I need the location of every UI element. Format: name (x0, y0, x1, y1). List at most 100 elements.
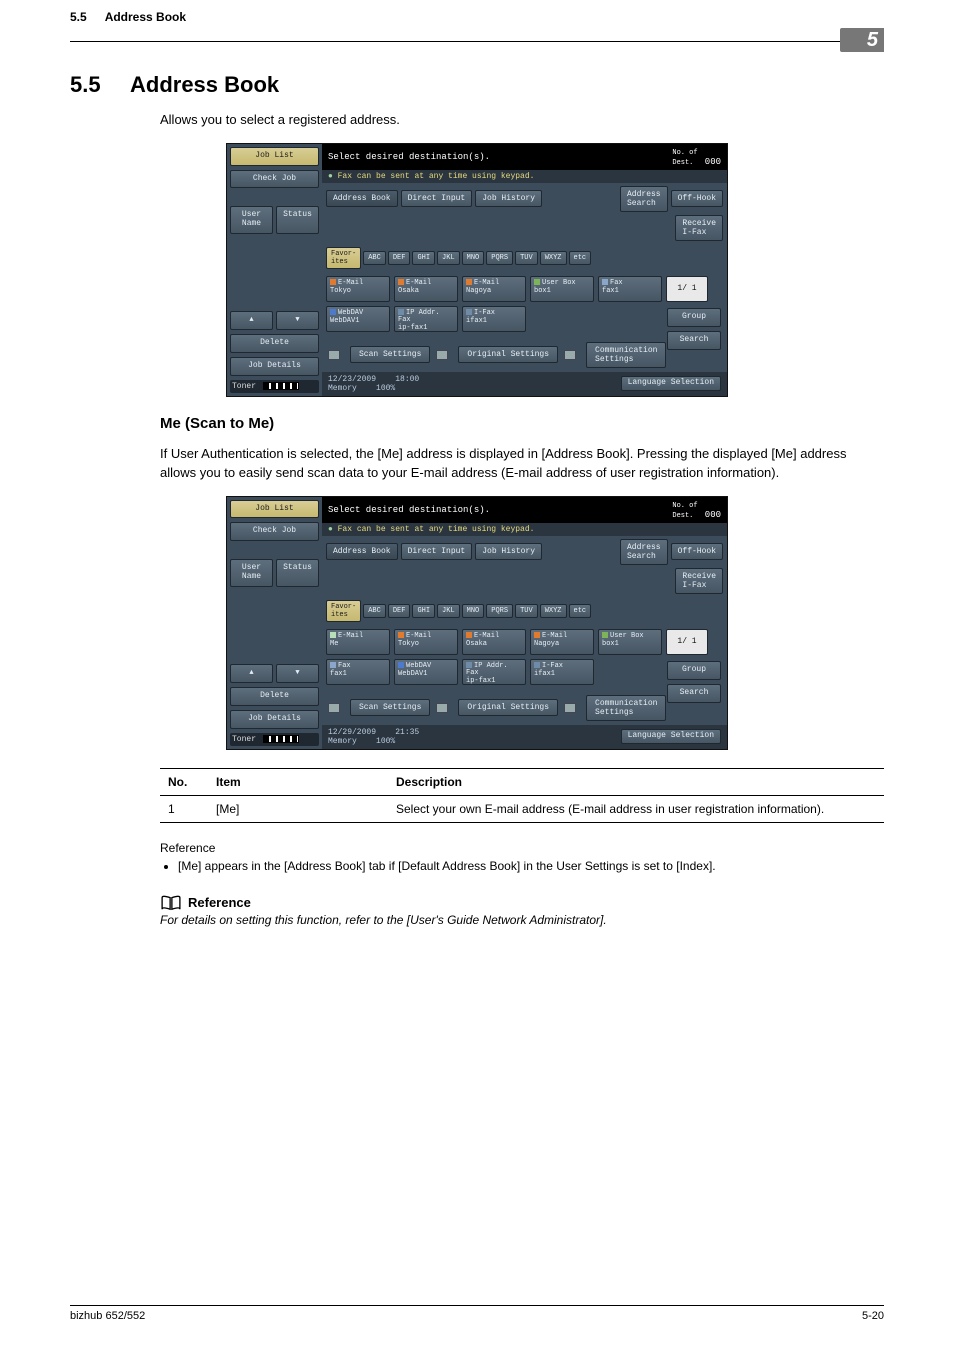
tab-address-book[interactable]: Address Book (326, 543, 398, 560)
tab-scan-settings[interactable]: Scan Settings (350, 699, 430, 716)
tab-original-settings[interactable]: Original Settings (458, 699, 558, 716)
chapter-chip: 5 (840, 28, 884, 52)
address-type: WebDAV (338, 309, 363, 317)
job-details-button[interactable]: Job Details (230, 357, 319, 376)
filter-mno[interactable]: MNO (462, 604, 485, 618)
user-name-button[interactable]: User Name (230, 206, 273, 234)
filter-def[interactable]: DEF (388, 604, 411, 618)
job-list-button[interactable]: Job List (230, 500, 319, 519)
address-entry[interactable]: E-MailTokyo (394, 629, 458, 655)
filter-favorites[interactable]: Favor- ites (326, 600, 361, 622)
th-item: Item (208, 768, 388, 795)
tab-off-hook[interactable]: Off-Hook (671, 190, 723, 207)
tab-direct-input[interactable]: Direct Input (401, 190, 473, 207)
filter-ghi[interactable]: GHI (412, 251, 435, 265)
filter-mno[interactable]: MNO (462, 251, 485, 265)
scroll-down-button[interactable] (276, 664, 319, 683)
filter-abc[interactable]: ABC (363, 604, 386, 618)
address-entry[interactable]: E-MailNagoya (462, 276, 526, 302)
tab-address-search[interactable]: Address Search (620, 186, 668, 212)
address-entry[interactable]: E-MailOsaka (394, 276, 458, 302)
me-icon (330, 632, 336, 638)
search-button[interactable]: Search (667, 684, 721, 703)
filter-wxyz[interactable]: WXYZ (540, 251, 567, 265)
instruction-text: Select desired destination(s). (328, 152, 490, 162)
address-entry[interactable]: E-MailTokyo (326, 276, 390, 302)
address-entry[interactable]: IP Addr. Faxip-fax1 (462, 659, 526, 685)
language-selection-button[interactable]: Language Selection (621, 376, 721, 391)
filter-ghi[interactable]: GHI (412, 604, 435, 618)
job-details-button[interactable]: Job Details (230, 710, 319, 729)
address-entry[interactable]: I-Faxifax1 (462, 306, 526, 332)
address-entry[interactable]: WebDAVWebDAV1 (394, 659, 458, 685)
scroll-up-button[interactable] (230, 664, 273, 683)
filter-abc[interactable]: ABC (363, 251, 386, 265)
address-entry[interactable]: E-MailNagoya (530, 629, 594, 655)
address-entry[interactable]: I-Faxifax1 (530, 659, 594, 685)
address-entry[interactable]: E-MailMe (326, 629, 390, 655)
tab-original-settings[interactable]: Original Settings (458, 346, 558, 363)
address-entry[interactable]: IP Addr. Faxip-fax1 (394, 306, 458, 332)
tab-scan-settings[interactable]: Scan Settings (350, 346, 430, 363)
receive-ifax-button[interactable]: Receive I-Fax (675, 215, 723, 241)
mail-icon (534, 632, 540, 638)
tab-direct-input[interactable]: Direct Input (401, 543, 473, 560)
scroll-down-button[interactable] (276, 311, 319, 330)
address-entry[interactable]: User Boxbox1 (598, 629, 662, 655)
filter-jkl[interactable]: JKL (437, 604, 460, 618)
address-type: E-Mail (406, 631, 431, 639)
filter-etc[interactable]: etc (569, 604, 592, 618)
fax-hint-text: Fax can be sent at any time using keypad… (338, 172, 535, 181)
receive-ifax-button[interactable]: Receive I-Fax (675, 568, 723, 594)
scroll-up-button[interactable] (230, 311, 273, 330)
delete-button[interactable]: Delete (230, 687, 319, 706)
status-button[interactable]: Status (276, 206, 319, 234)
dest-count-label: No. of Dest. (672, 502, 697, 520)
address-entry[interactable]: User Boxbox1 (530, 276, 594, 302)
cell-no: 1 (160, 795, 208, 822)
address-label: WebDAV1 (330, 318, 386, 325)
address-entry[interactable]: E-MailOsaka (462, 629, 526, 655)
tab-comm-settings[interactable]: Communication Settings (586, 342, 666, 368)
status-mem-val: 100% (376, 737, 395, 746)
scan-settings-icon (328, 350, 340, 360)
tab-job-history[interactable]: Job History (475, 543, 542, 560)
tab-address-book[interactable]: Address Book (326, 190, 398, 207)
filter-jkl[interactable]: JKL (437, 251, 460, 265)
job-list-button[interactable]: Job List (230, 147, 319, 166)
status-time: 21:35 (395, 728, 419, 737)
check-job-button[interactable]: Check Job (230, 170, 319, 189)
check-job-button[interactable]: Check Job (230, 522, 319, 541)
status-mem-label: Memory (328, 737, 357, 746)
filter-wxyz[interactable]: WXYZ (540, 604, 567, 618)
address-type: IP Addr. Fax (398, 309, 440, 324)
address-entry[interactable]: Faxfax1 (598, 276, 662, 302)
status-button[interactable]: Status (276, 559, 319, 587)
address-entry[interactable]: WebDAVWebDAV1 (326, 306, 390, 332)
filter-pqrs[interactable]: PQRS (486, 604, 513, 618)
address-type: E-Mail (474, 279, 499, 287)
search-button[interactable]: Search (667, 331, 721, 350)
tab-off-hook[interactable]: Off-Hook (671, 543, 723, 560)
group-button[interactable]: Group (667, 308, 721, 327)
filter-def[interactable]: DEF (388, 251, 411, 265)
tab-job-history[interactable]: Job History (475, 190, 542, 207)
filter-pqrs[interactable]: PQRS (486, 251, 513, 265)
filter-favorites[interactable]: Favor- ites (326, 247, 361, 269)
language-selection-button[interactable]: Language Selection (621, 729, 721, 744)
group-button[interactable]: Group (667, 661, 721, 680)
filter-tuv[interactable]: TUV (515, 604, 538, 618)
screenshot-1: Job List Check Job User Name Status Dele… (226, 143, 728, 397)
delete-button[interactable]: Delete (230, 334, 319, 353)
address-label: Osaka (466, 641, 522, 648)
address-entry[interactable]: Faxfax1 (326, 659, 390, 685)
address-label: Osaka (398, 288, 454, 295)
instruction-text: Select desired destination(s). (328, 505, 490, 515)
user-name-button[interactable]: User Name (230, 559, 273, 587)
tab-comm-settings[interactable]: Communication Settings (586, 695, 666, 721)
filter-tuv[interactable]: TUV (515, 251, 538, 265)
toner-gauge-icon (263, 735, 299, 743)
filter-etc[interactable]: etc (569, 251, 592, 265)
tab-address-search[interactable]: Address Search (620, 539, 668, 565)
address-label: Me (330, 641, 386, 648)
